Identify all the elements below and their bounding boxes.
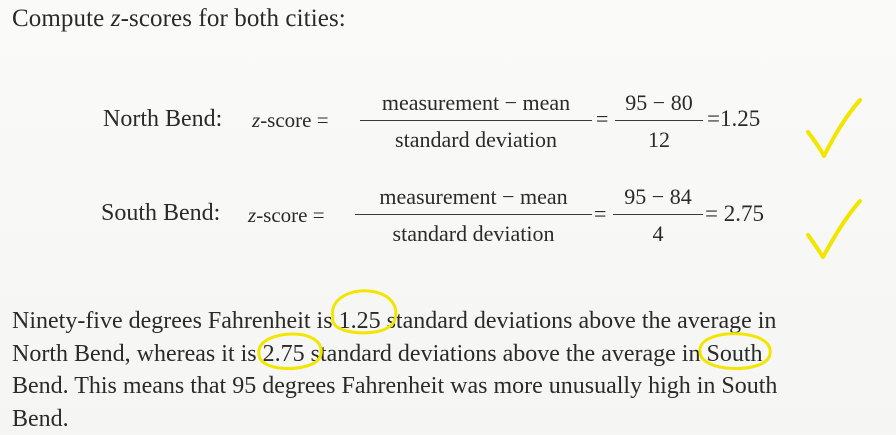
fraction-bar: [613, 214, 703, 215]
paragraph-line-1: Ninety-five degrees Fahrenheit is 1.25 s…: [12, 305, 884, 338]
south-formula-fraction: measurement − mean standard deviation: [355, 184, 592, 247]
intro-prefix: Compute: [12, 5, 111, 32]
north-city-label: North Bend:: [103, 106, 222, 133]
north-values-denominator: 12: [615, 127, 703, 153]
north-values-fraction: 95 − 80 12: [615, 90, 703, 153]
north-values-numerator: 95 − 80: [615, 90, 703, 116]
circled-value-1-25: 1.25: [339, 305, 381, 338]
line1-text-b: standard deviations above the average in: [381, 308, 777, 334]
document-page: Compute z-scores for both cities: North …: [0, 0, 896, 434]
formula-numerator: measurement − mean: [355, 184, 592, 210]
explanation-paragraph: Ninety-five degrees Fahrenheit is 1.25 s…: [12, 305, 884, 435]
paragraph-line-3: Bend. This means that 95 degrees Fahrenh…: [12, 370, 884, 403]
formula-numerator: measurement − mean: [360, 90, 592, 116]
south-values-denominator: 4: [613, 221, 703, 247]
north-result: =1.25: [707, 106, 760, 132]
line1-text-a: Ninety-five degrees Fahrenheit is: [12, 308, 339, 334]
equals-sign: =: [594, 201, 606, 227]
south-zscore-label: z-score =: [248, 203, 325, 228]
circled-text: 1.25: [339, 308, 381, 334]
z-letter: z: [248, 203, 256, 227]
south-bend-equation: South Bend: z-score = measurement − mean…: [0, 183, 896, 263]
south-city-label: South Bend:: [101, 200, 220, 227]
equals-sign: =: [596, 106, 608, 132]
zscore-suffix: -score =: [260, 108, 328, 132]
fraction-bar: [355, 214, 592, 215]
intro-suffix: -scores for both cities:: [121, 5, 346, 32]
north-zscore-label: z-score =: [252, 108, 329, 133]
z-letter: z: [252, 108, 260, 132]
south-values-numerator: 95 − 84: [613, 184, 703, 210]
north-formula-fraction: measurement − mean standard deviation: [360, 90, 592, 153]
zscore-suffix: -score =: [256, 203, 324, 227]
south-values-fraction: 95 − 84 4: [613, 184, 703, 247]
line2-text-a: North Bend, whereas it is: [12, 341, 263, 367]
circled-word-south: South: [706, 338, 762, 371]
line2-text-b: standard deviations above the average in: [305, 341, 707, 367]
paragraph-line-2: North Bend, whereas it is 2.75 standard …: [12, 338, 884, 371]
circled-text: 2.75: [263, 341, 305, 367]
formula-denominator: standard deviation: [360, 127, 592, 153]
checkmark-icon: [804, 96, 864, 162]
checkmark-icon: [804, 197, 864, 263]
fraction-bar: [615, 120, 703, 121]
intro-line: Compute z-scores for both cities:: [12, 5, 346, 33]
circled-value-2-75: 2.75: [263, 338, 305, 371]
south-result: = 2.75: [705, 201, 764, 227]
paragraph-line-4: Bend.: [12, 403, 884, 435]
circled-text: South: [706, 341, 762, 367]
north-bend-equation: North Bend: z-score = measurement − mean…: [0, 88, 896, 168]
intro-z: z: [111, 5, 121, 32]
fraction-bar: [360, 120, 592, 121]
formula-denominator: standard deviation: [355, 221, 592, 247]
